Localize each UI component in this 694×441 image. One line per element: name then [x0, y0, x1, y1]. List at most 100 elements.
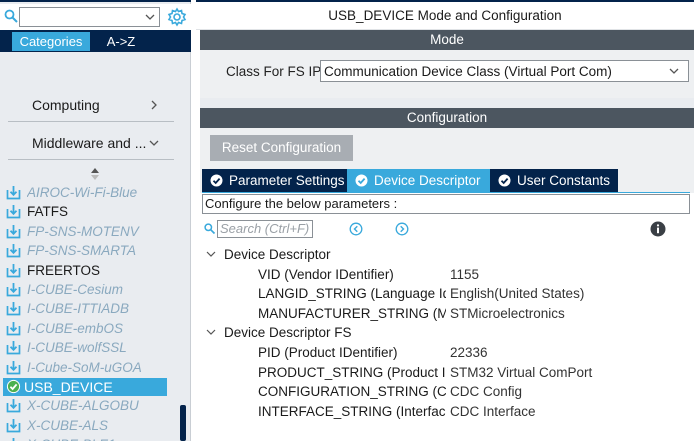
chevron-down-icon [149, 140, 159, 146]
download-box-icon [6, 283, 21, 297]
middleware-item-label: FP-SNS-SMARTA [27, 243, 137, 259]
parameter-group-label: Device Descriptor [224, 247, 331, 262]
download-box-icon [6, 418, 21, 433]
search-next-icon[interactable] [395, 222, 409, 236]
category-label: Middleware and ... [32, 135, 147, 151]
parameter-search-input[interactable]: Search (Ctrl+F) [217, 220, 313, 238]
middleware-item-label: FP-SNS-MOTENV [27, 223, 139, 239]
middleware-item[interactable]: I-CUBE-wolfSSL [6, 339, 166, 357]
parameter-name: MANUFACTURER_STRING (M... [258, 305, 446, 321]
middleware-item-label: I-CUBE-embOS [27, 320, 124, 336]
section-divider [200, 98, 694, 108]
page-title: USB_DEVICE Mode and Configuration [196, 2, 694, 30]
middleware-item[interactable]: I-CUBE-embOS [6, 320, 166, 338]
tab-device-descriptor[interactable]: Device Descriptor [347, 169, 491, 193]
chevron-down-icon [206, 251, 216, 257]
chevron-down-icon [669, 68, 679, 74]
tab-categories[interactable]: Categories [12, 32, 90, 51]
tab-a-to-z[interactable]: A->Z [94, 32, 148, 51]
middleware-item-label: FATFS [27, 204, 69, 220]
class-for-fs-ip-label: Class For FS IP [226, 64, 322, 79]
check-circle-icon [6, 379, 21, 394]
tab-label: User Constants [517, 173, 611, 188]
middleware-item-label: I-Cube-SoM-uGOA [27, 359, 142, 375]
middleware-item-label: I-CUBE-wolfSSL [27, 340, 127, 356]
download-box-icon [12, 438, 15, 441]
category-middleware[interactable]: Middleware and ... [8, 128, 174, 160]
parameter-name: PRODUCT_STRING (Product Id... [258, 364, 446, 380]
download-box-icon [6, 186, 21, 200]
parameter-panel: Configure the below parameters : Search … [200, 193, 694, 441]
parameter-value[interactable]: STMicroelectronics [450, 306, 565, 321]
parameter-value[interactable]: CDC Interface [450, 404, 536, 419]
middleware-item[interactable]: FATFS [6, 203, 166, 221]
middleware-item[interactable]: FP-SNS-SMARTA [6, 242, 166, 260]
parameter-name: VID (Vendor IDentifier) [258, 266, 394, 282]
download-box-icon [6, 205, 21, 219]
parameter-value[interactable]: STM32 Virtual ComPort [450, 365, 592, 380]
middleware-item-label: AIROC-Wi-Fi-Blue [27, 185, 138, 200]
category-computing[interactable]: Computing [8, 90, 174, 122]
left-panel: Categories A->Z Computing Middleware and… [0, 0, 191, 441]
middleware-item[interactable]: I-Cube-SoM-uGOA [6, 359, 166, 377]
download-box-icon [6, 224, 21, 239]
chevron-down-icon[interactable] [144, 11, 156, 23]
gear-icon[interactable] [167, 7, 187, 27]
parameter-name: LANGID_STRING (Language Ide... [258, 286, 446, 302]
reset-configuration-button[interactable]: Reset Configuration [210, 135, 353, 161]
config-tab-bar: Parameter Settings Device Descriptor Use… [196, 169, 690, 194]
download-box-icon [6, 321, 21, 336]
chevron-down-icon [206, 329, 216, 336]
middleware-item-label: I-CUBE-Cesium [27, 282, 124, 297]
parameter-group-label: Device Descriptor FS [224, 325, 352, 341]
parameter-value[interactable]: 22336 [450, 345, 488, 360]
middleware-item-label: I-CUBE-ITTIADB [27, 301, 130, 317]
middleware-item-label: X-CUBE-ALGOBU [27, 398, 139, 414]
configuration-section-header: Configuration [200, 108, 694, 128]
middleware-item[interactable]: I-CUBE-Cesium [6, 281, 166, 299]
middleware-item[interactable]: USB_DEVICE [3, 378, 167, 396]
download-box-icon [6, 302, 21, 316]
download-box-icon [6, 263, 21, 277]
sort-icon[interactable] [90, 167, 100, 181]
class-for-fs-ip-select[interactable]: Communication Device Class (Virtual Port… [320, 60, 689, 82]
parameter-value[interactable]: 1155 [450, 267, 479, 282]
component-search-input[interactable] [19, 7, 160, 27]
scrollbar-track[interactable] [178, 54, 188, 441]
parameter-value[interactable]: CDC Config [450, 384, 522, 399]
search-previous-icon[interactable] [349, 222, 363, 236]
middleware-item[interactable]: X-CUBE-ALS [6, 417, 166, 435]
parameter-group[interactable]: Device Descriptor FS [206, 325, 352, 343]
search-icon [4, 9, 18, 23]
component-search-row [0, 4, 191, 30]
search-icon [204, 223, 215, 234]
middleware-item-label: X-CUBE-ALS [27, 417, 109, 433]
parameter-group[interactable]: Device Descriptor [206, 247, 331, 265]
top-accent-line [0, 0, 191, 2]
download-box-icon [6, 244, 21, 258]
middleware-item[interactable]: FREERTOS [6, 262, 166, 280]
info-icon[interactable] [650, 221, 666, 237]
check-circle-icon [210, 174, 223, 187]
parameter-name: PID (Product IDentifier) [258, 345, 398, 360]
middleware-item-label: X-CUBE-BLE1 [27, 437, 167, 441]
check-circle-icon [498, 174, 511, 187]
scrollbar-thumb[interactable] [180, 405, 186, 441]
check-circle-icon [355, 174, 368, 187]
right-panel: USB_DEVICE Mode and Configuration Mode C… [196, 0, 694, 441]
tab-label: Parameter Settings [229, 173, 345, 188]
middleware-item[interactable]: X-CUBE-BLE1 [6, 436, 166, 441]
parameter-value[interactable]: English(United States) [450, 286, 584, 301]
tab-parameter-settings[interactable]: Parameter Settings [202, 169, 348, 193]
middleware-item-label: FREERTOS [27, 262, 101, 278]
tab-user-constants[interactable]: User Constants [490, 169, 618, 193]
mode-section: Class For FS IP Communication Device Cla… [200, 50, 694, 98]
parameter-name: INTERFACE_STRING (Interface I... [258, 403, 446, 419]
middleware-item[interactable]: FP-SNS-MOTENV [6, 223, 166, 241]
parameter-search: Search (Ctrl+F) [204, 220, 324, 238]
middleware-item[interactable]: X-CUBE-ALGOBU [6, 397, 166, 415]
middleware-item[interactable]: AIROC-Wi-Fi-Blue [6, 184, 166, 202]
chevron-right-icon [151, 100, 157, 110]
middleware-item[interactable]: I-CUBE-ITTIADB [6, 300, 166, 318]
parameter-name: CONFIGURATION_STRING (Co... [258, 384, 446, 400]
